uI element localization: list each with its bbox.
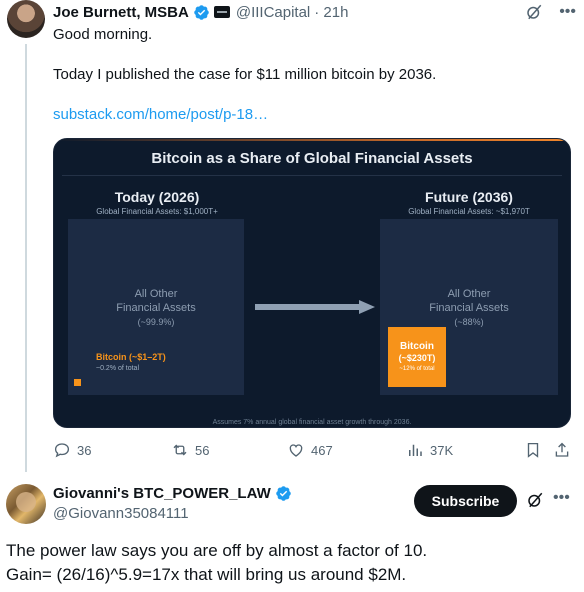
- card-accent-bar: [54, 139, 570, 141]
- views-icon: [409, 444, 422, 456]
- post-link[interactable]: substack.com/home/post/p-18…: [53, 105, 268, 125]
- grok-icon[interactable]: [525, 3, 543, 21]
- right-panel-line2: Financial Assets: [429, 302, 509, 314]
- bitcoin-today-sublabel: ~0.2% of total: [96, 365, 140, 372]
- bitcoin-future-label: Bitcoin: [400, 341, 434, 352]
- left-panel-line3: (~99.9%): [137, 317, 175, 327]
- subscribe-button[interactable]: Subscribe: [414, 485, 517, 517]
- right-heading: Future (2036): [425, 189, 513, 205]
- chart-footnote: Assumes 7% annual global financial asset…: [212, 419, 412, 426]
- heart-icon: [289, 444, 303, 457]
- bookmark-button[interactable]: [524, 441, 542, 459]
- post-time[interactable]: · 21h: [314, 4, 348, 21]
- reply-text-line1: The power law says you are off by almost…: [6, 541, 428, 560]
- author-avatar[interactable]: [7, 0, 45, 38]
- post-top-actions: •••: [525, 3, 576, 21]
- growth-arrow-icon: [255, 300, 375, 314]
- bitcoin-today-marker: [74, 379, 81, 386]
- more-options-icon[interactable]: •••: [553, 489, 570, 507]
- left-panel-line2: Financial Assets: [116, 302, 196, 314]
- reply-text-line2: Gain= (26/16)^5.9=17x that will bring us…: [6, 565, 407, 584]
- left-heading: Today (2026): [114, 189, 200, 205]
- right-subheading: Global Financial Assets: ~$1,970T: [408, 207, 530, 216]
- author-handle[interactable]: @IIICapital: [236, 4, 310, 21]
- more-options-icon[interactable]: •••: [559, 3, 576, 21]
- post-text-line2: Today I published the case for $11 milli…: [53, 66, 437, 83]
- right-panel-line3: (~88%): [454, 317, 484, 327]
- thread-line: [25, 44, 27, 472]
- share-button[interactable]: [553, 441, 571, 459]
- bookmark-icon: [527, 442, 539, 458]
- share-icon: [555, 442, 569, 457]
- like-count: 467: [311, 442, 333, 458]
- card-divider: [62, 175, 562, 176]
- author-name[interactable]: Joe Burnett, MSBA: [53, 4, 189, 21]
- verified-badge-icon: [194, 4, 209, 20]
- bitcoin-today-label: Bitcoin (~$1–2T): [96, 352, 166, 362]
- view-count: 37K: [430, 442, 454, 458]
- reply-icon: [54, 443, 70, 458]
- bitcoin-future-value: (~$230T): [398, 353, 436, 363]
- right-panel-line1: All Other: [447, 288, 491, 300]
- reply-author-name[interactable]: Giovanni's BTC_POWER_LAW: [53, 485, 271, 502]
- post-action-bar: 36 56 467 37K: [53, 441, 574, 463]
- bitcoin-future-box: Bitcoin (~$230T) ~12% of total: [388, 327, 446, 387]
- reply-author-row: Giovanni's BTC_POWER_LAW: [53, 485, 292, 502]
- verified-badge-icon: [276, 486, 291, 501]
- chart-title: Bitcoin as a Share of Global Financial A…: [151, 150, 473, 167]
- affiliate-badge-icon[interactable]: [213, 6, 230, 18]
- repost-button[interactable]: 56: [171, 441, 209, 459]
- left-assets-panel: All Other Financial Assets (~99.9%): [68, 219, 244, 395]
- repost-count: 56: [195, 442, 210, 458]
- post-image-card[interactable]: Bitcoin as a Share of Global Financial A…: [53, 138, 571, 428]
- left-subheading: Global Financial Assets: $1,000T+: [96, 207, 218, 216]
- reply-author-avatar[interactable]: [6, 484, 46, 524]
- like-button[interactable]: 467: [287, 441, 333, 459]
- views-button[interactable]: 37K: [406, 441, 453, 459]
- bitcoin-future-share: ~12% of total: [399, 366, 435, 372]
- post-text-line1: Good morning.: [53, 26, 153, 43]
- left-panel-line1: All Other: [134, 288, 178, 300]
- repost-icon: [173, 444, 187, 456]
- post-header: Joe Burnett, MSBA @IIICapital · 21h: [53, 2, 348, 22]
- reply-count: 36: [77, 442, 92, 458]
- reply-button[interactable]: 36: [53, 441, 91, 459]
- reply-author-handle[interactable]: @Giovann35084111: [53, 505, 189, 522]
- grok-icon[interactable]: [526, 491, 544, 509]
